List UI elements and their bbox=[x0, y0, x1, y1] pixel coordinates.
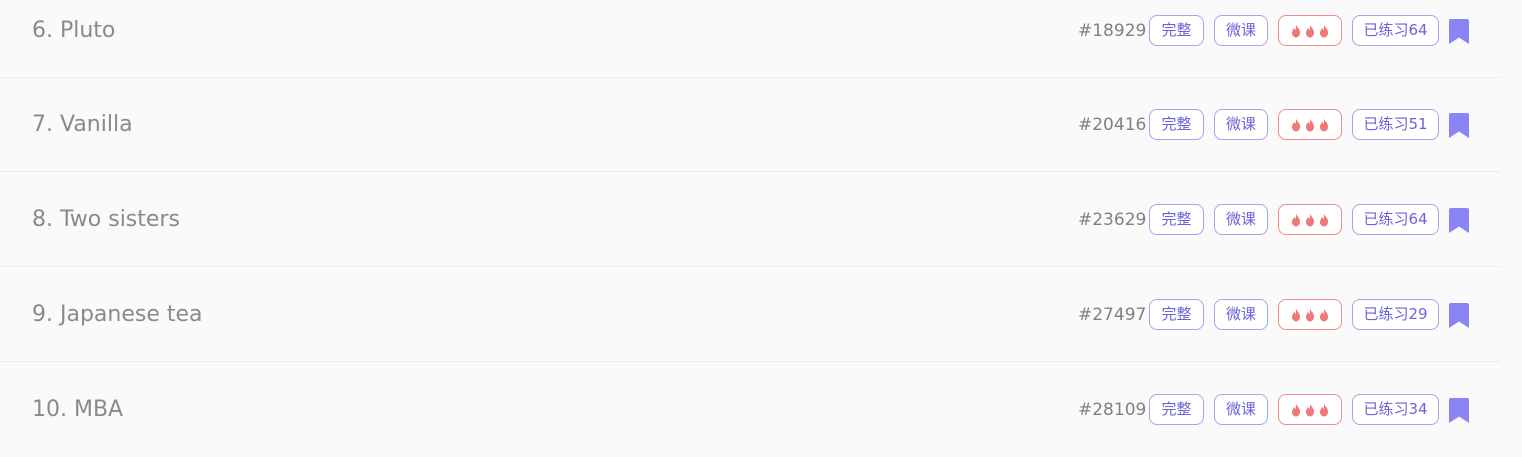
flame-icon bbox=[1319, 118, 1329, 131]
list-item[interactable]: 8. Two sisters #23629 完整 微课 已练习64 bbox=[0, 173, 1500, 267]
practice-count-tag: 已练习64 bbox=[1352, 204, 1439, 235]
bookmark-icon[interactable] bbox=[1449, 113, 1469, 138]
video-lesson-tag: 微课 bbox=[1214, 109, 1268, 140]
flame-icon bbox=[1305, 308, 1315, 321]
complete-tag: 完整 bbox=[1149, 109, 1204, 140]
hot-rating-tag bbox=[1278, 299, 1342, 330]
list-item[interactable]: 10. MBA #28109 完整 微课 已练习34 bbox=[0, 363, 1500, 457]
flame-icon bbox=[1291, 403, 1301, 416]
item-id: #27497 bbox=[1078, 305, 1147, 325]
video-lesson-tag: 微课 bbox=[1214, 394, 1268, 425]
flame-icon bbox=[1305, 213, 1315, 226]
practice-count-tag: 已练习34 bbox=[1352, 394, 1439, 425]
flame-icon bbox=[1291, 118, 1301, 131]
item-id: #28109 bbox=[1078, 400, 1147, 420]
item-id: #18929 bbox=[1078, 21, 1147, 41]
hot-rating-tag bbox=[1278, 204, 1342, 235]
complete-tag: 完整 bbox=[1149, 204, 1204, 235]
bookmark-icon[interactable] bbox=[1449, 303, 1469, 328]
bookmark-icon[interactable] bbox=[1449, 398, 1469, 423]
item-title[interactable]: 8. Two sisters bbox=[32, 173, 180, 267]
complete-tag: 完整 bbox=[1149, 15, 1204, 46]
list-item[interactable]: 6. Pluto #18929 完整 微课 已练习64 bbox=[0, 0, 1500, 78]
list-item[interactable]: 9. Japanese tea #27497 完整 微课 已练习29 bbox=[0, 268, 1500, 362]
flame-icon bbox=[1319, 403, 1329, 416]
flame-icon bbox=[1305, 118, 1315, 131]
item-id: #23629 bbox=[1078, 210, 1147, 230]
item-title[interactable]: 9. Japanese tea bbox=[32, 268, 203, 362]
flame-icon bbox=[1305, 24, 1315, 37]
flame-icon bbox=[1319, 308, 1329, 321]
hot-rating-tag bbox=[1278, 394, 1342, 425]
flame-icon bbox=[1291, 308, 1301, 321]
flame-icon bbox=[1319, 213, 1329, 226]
bookmark-icon[interactable] bbox=[1449, 208, 1469, 233]
flame-icon bbox=[1291, 24, 1301, 37]
item-id: #20416 bbox=[1078, 115, 1147, 135]
item-title[interactable]: 10. MBA bbox=[32, 363, 123, 457]
flame-icon bbox=[1319, 24, 1329, 37]
item-title[interactable]: 6. Pluto bbox=[32, 0, 115, 78]
flame-icon bbox=[1305, 403, 1315, 416]
practice-count-tag: 已练习64 bbox=[1352, 15, 1439, 46]
video-lesson-tag: 微课 bbox=[1214, 15, 1268, 46]
flame-icon bbox=[1291, 213, 1301, 226]
item-title[interactable]: 7. Vanilla bbox=[32, 78, 133, 172]
practice-count-tag: 已练习51 bbox=[1352, 109, 1439, 140]
bookmark-icon[interactable] bbox=[1449, 19, 1469, 44]
video-lesson-tag: 微课 bbox=[1214, 299, 1268, 330]
list-item[interactable]: 7. Vanilla #20416 完整 微课 已练习51 bbox=[0, 78, 1500, 172]
hot-rating-tag bbox=[1278, 109, 1342, 140]
practice-count-tag: 已练习29 bbox=[1352, 299, 1439, 330]
hot-rating-tag bbox=[1278, 15, 1342, 46]
complete-tag: 完整 bbox=[1149, 394, 1204, 425]
video-lesson-tag: 微课 bbox=[1214, 204, 1268, 235]
question-list: 6. Pluto #18929 完整 微课 已练习64 7. Vanilla #… bbox=[0, 0, 1522, 454]
complete-tag: 完整 bbox=[1149, 299, 1204, 330]
